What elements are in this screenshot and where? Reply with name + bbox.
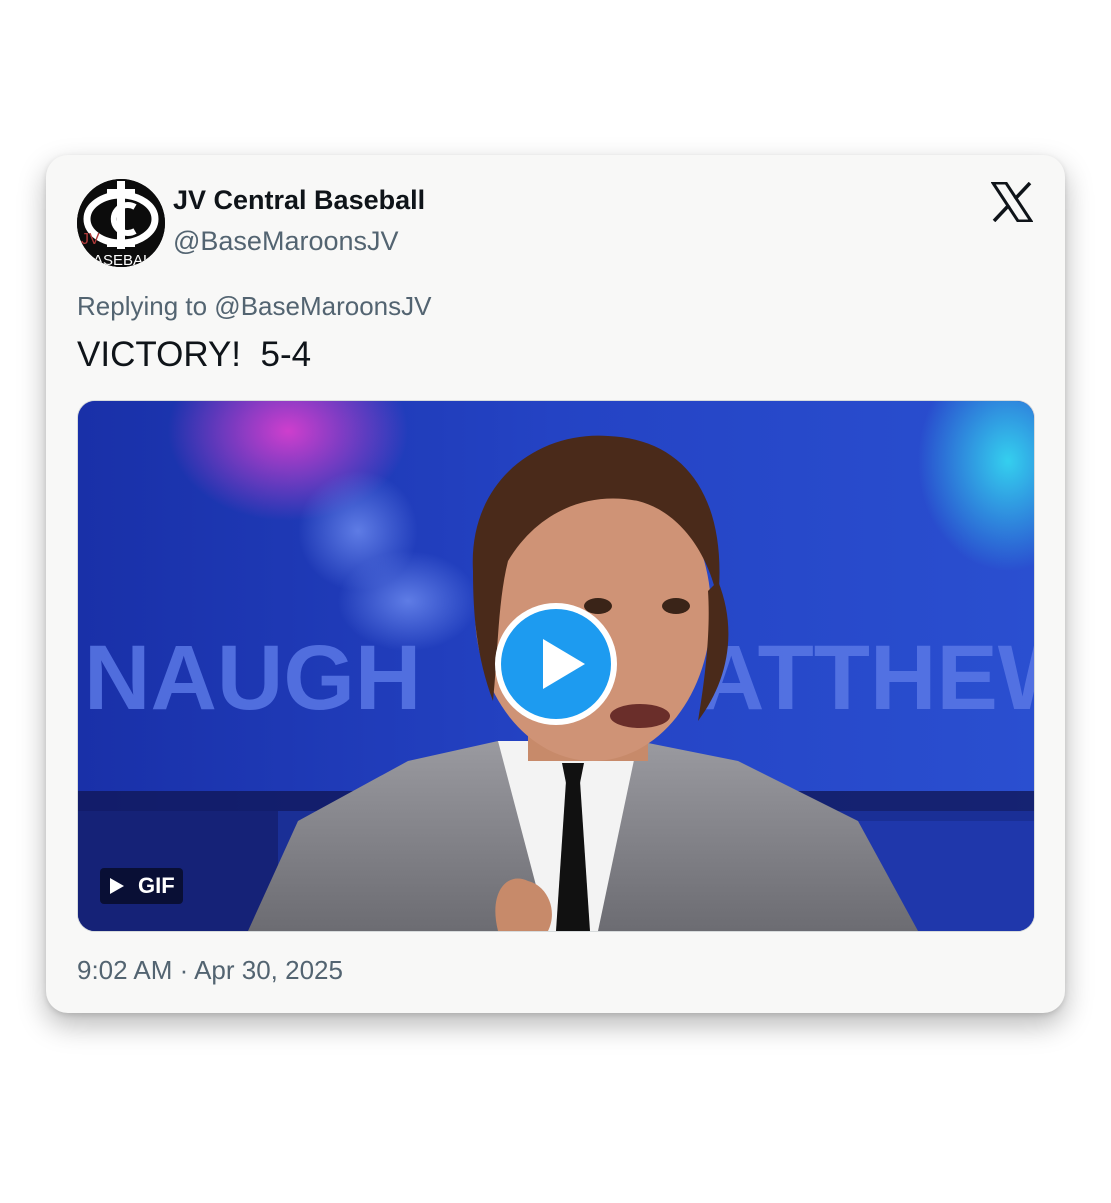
gif-play-icon xyxy=(110,878,124,894)
team-logo-icon: JV BASEBALL xyxy=(77,179,165,267)
tweet-card[interactable]: JV BASEBALL JV Central Baseball @BaseMar… xyxy=(46,155,1065,1013)
gif-media[interactable]: NAUGH ATTHEW GIF xyxy=(77,400,1035,932)
gif-label: GIF xyxy=(138,873,175,898)
background-text-left: NAUGH xyxy=(84,627,421,729)
avatar[interactable]: JV BASEBALL xyxy=(77,179,165,267)
display-name[interactable]: JV Central Baseball xyxy=(173,185,425,216)
replying-to[interactable]: Replying to @BaseMaroonsJV xyxy=(77,291,431,322)
background-text-right: ATTHEW xyxy=(698,627,1034,729)
x-logo-icon[interactable] xyxy=(991,182,1033,222)
play-button[interactable] xyxy=(495,603,617,725)
gif-badge: GIF xyxy=(100,868,183,904)
user-handle[interactable]: @BaseMaroonsJV xyxy=(173,226,399,257)
play-icon xyxy=(501,609,611,719)
tweet-text: VICTORY! 5-4 xyxy=(77,335,312,374)
tweet-timestamp[interactable]: 9:02 AM · Apr 30, 2025 xyxy=(77,955,343,986)
logo-baseball-text: BASEBALL xyxy=(83,252,160,267)
logo-jv-text: JV xyxy=(81,231,100,248)
